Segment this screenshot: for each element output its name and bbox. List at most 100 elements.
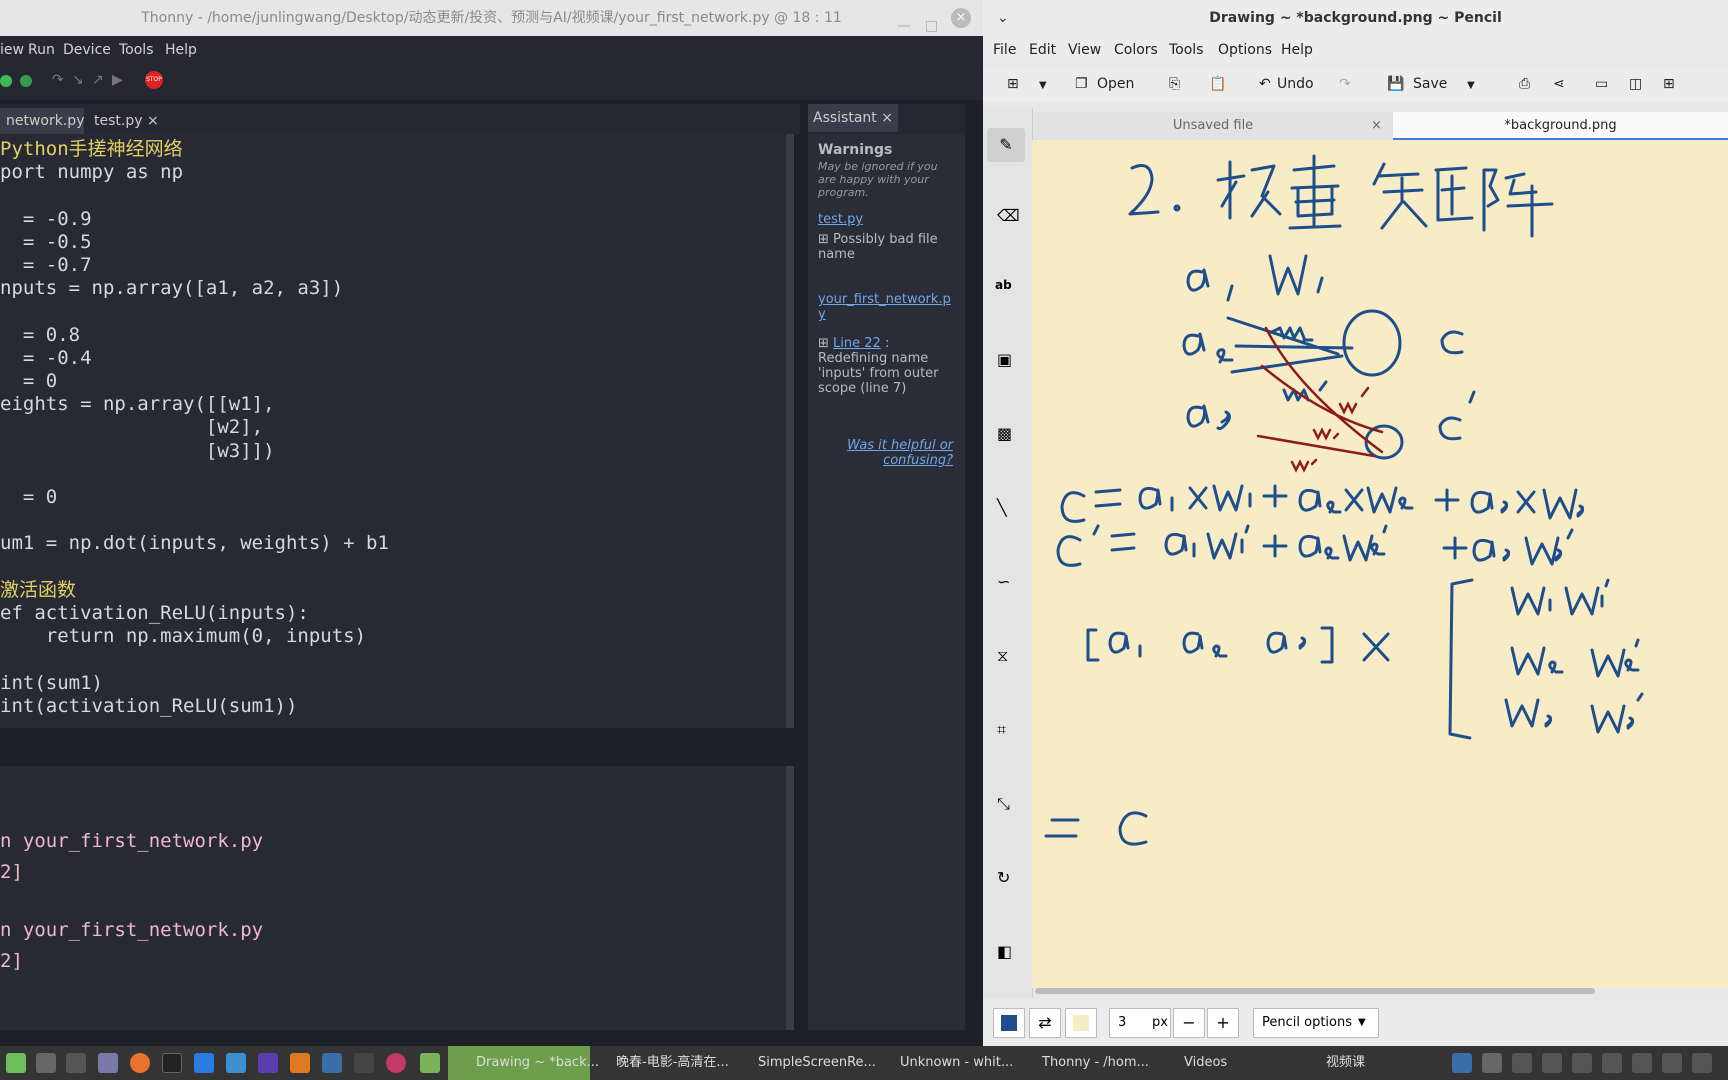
taskbar-item[interactable]: Drawing ~ *back... [448, 1046, 599, 1080]
editor-scrollbar[interactable] [786, 134, 794, 728]
fullscreen-icon[interactable]: ⊞ [1663, 76, 1675, 92]
tab-assistant[interactable]: Assistant × [808, 104, 898, 132]
color-tool-icon[interactable]: ◧ [997, 942, 1012, 961]
screenshot-icon[interactable] [322, 1053, 342, 1073]
text-editor-icon[interactable] [66, 1053, 86, 1073]
taskbar-item[interactable]: 视频课 [1306, 1046, 1365, 1080]
menu-view[interactable]: View [1068, 36, 1101, 64]
size-increase-button[interactable]: + [1207, 1008, 1239, 1038]
new-dropdown-icon[interactable]: ▼ [1039, 80, 1047, 91]
step-over-icon[interactable]: ↷ [52, 72, 64, 88]
notification-icon[interactable] [1482, 1053, 1502, 1073]
drawing-canvas[interactable] [1032, 140, 1728, 988]
bluetooth-icon[interactable] [1512, 1053, 1532, 1073]
size-decrease-button[interactable]: − [1173, 1008, 1205, 1038]
eraser-tool-icon[interactable]: ⌫ [997, 206, 1020, 225]
undo-button[interactable]: Undo [1277, 76, 1314, 92]
menu-run[interactable]: Run [28, 36, 55, 64]
step-into-icon[interactable]: ↘ [72, 72, 84, 88]
rectangle-tool-icon[interactable]: ▣ [997, 350, 1012, 369]
firefox-icon[interactable] [130, 1053, 150, 1073]
shell-scrollbar[interactable] [786, 766, 794, 1030]
panel-split-icon[interactable]: ◫ [1629, 76, 1642, 92]
menu-tools[interactable]: Tools [119, 36, 154, 64]
secondary-color-swatch[interactable] [1065, 1008, 1097, 1038]
tool-size-input[interactable]: 3 px [1109, 1008, 1171, 1038]
scale-tool-icon[interactable]: ⤡ [997, 794, 1010, 814]
battery-icon[interactable] [1662, 1053, 1682, 1073]
tab-test[interactable]: test.py × [88, 108, 165, 134]
shell-panel[interactable]: n your_first_network.py 2] n your_first_… [0, 766, 794, 1030]
filter-tool-icon[interactable]: ⧖ [997, 646, 1008, 666]
share-icon[interactable]: ⋖ [1553, 76, 1565, 92]
panel-left-icon[interactable]: ▭ [1595, 76, 1608, 92]
menu-icon[interactable] [6, 1053, 26, 1073]
step-out-icon[interactable]: ↗ [92, 72, 104, 88]
search-icon[interactable] [36, 1053, 56, 1073]
freeform-select-icon[interactable]: ▩ [997, 424, 1012, 443]
swap-colors-icon[interactable]: ⇄ [1029, 1008, 1061, 1038]
curve-tool-icon[interactable]: ∽ [997, 572, 1010, 591]
menu-colors[interactable]: Colors [1114, 36, 1158, 64]
tab-background[interactable]: *background.png [1393, 112, 1728, 140]
chevron-down-icon[interactable]: ⌄ [997, 0, 1009, 36]
menu-device[interactable]: Device [63, 36, 111, 64]
rotate-tool-icon[interactable]: ↻ [997, 868, 1010, 887]
taskbar-item[interactable]: Thonny - /hom... [1022, 1046, 1149, 1080]
menu-view[interactable]: iew [0, 36, 24, 64]
video-icon[interactable] [290, 1053, 310, 1073]
canvas-scrollbar[interactable] [1035, 988, 1595, 994]
screenshot-tray-icon[interactable] [1452, 1053, 1472, 1073]
save-dropdown-icon[interactable]: ▼ [1467, 80, 1475, 91]
terminal-icon[interactable] [162, 1053, 182, 1073]
line-tool-icon[interactable]: ╲ [997, 498, 1007, 517]
taskbar-item[interactable]: SimpleScreenRe... [738, 1046, 876, 1080]
save-button[interactable]: Save [1413, 76, 1447, 92]
media-player-icon[interactable] [258, 1053, 278, 1073]
close-icon[interactable]: × [951, 8, 971, 28]
print-icon[interactable]: ⎙ [1519, 76, 1530, 92]
text-tool-icon[interactable]: ab [995, 278, 1012, 292]
redo-icon[interactable]: ↷ [1339, 76, 1351, 92]
menu-options[interactable]: Options [1218, 36, 1272, 64]
debug-icon[interactable] [20, 75, 32, 87]
tab-close-icon[interactable]: × [147, 113, 159, 129]
network-icon[interactable] [1572, 1053, 1592, 1073]
taskbar-item[interactable]: Videos [1164, 1046, 1227, 1080]
app-icon[interactable] [194, 1053, 214, 1073]
clipboard-icon[interactable] [1542, 1053, 1562, 1073]
tab-network[interactable]: network.py × [0, 108, 84, 155]
menu-help[interactable]: Help [1281, 36, 1313, 64]
expand-icon[interactable]: ⊞ [818, 232, 829, 247]
menu-tools[interactable]: Tools [1169, 36, 1204, 64]
pencil-options-dropdown[interactable]: Pencil options ▼ [1253, 1008, 1379, 1038]
clapper-icon[interactable] [354, 1053, 374, 1073]
file-link-network[interactable]: your_first_network.py [818, 292, 953, 322]
primary-color-swatch[interactable] [993, 1008, 1025, 1038]
feedback-link[interactable]: Was it helpful or confusing? [828, 438, 953, 468]
new-image-icon[interactable]: ⊞ [1007, 76, 1019, 92]
menu-file[interactable]: File [993, 36, 1016, 64]
open-button[interactable]: Open [1097, 76, 1134, 92]
stop-icon[interactable]: STOP [145, 71, 163, 89]
save-icon[interactable]: 💾 [1387, 76, 1404, 92]
file-link-test[interactable]: test.py [818, 212, 863, 227]
volume-icon[interactable] [1692, 1053, 1712, 1073]
wifi-icon[interactable] [1602, 1053, 1622, 1073]
resume-icon[interactable]: ▶ [112, 72, 123, 88]
taskbar-item[interactable]: Unknown - whit... [880, 1046, 1013, 1080]
menu-help[interactable]: Help [165, 36, 197, 64]
line-link[interactable]: Line 22 [833, 336, 881, 351]
music-icon[interactable] [1632, 1053, 1652, 1073]
files-icon[interactable] [98, 1053, 118, 1073]
taskbar-item[interactable]: 晚春-电影-高清在... [596, 1046, 729, 1080]
run-icon[interactable] [0, 75, 12, 87]
app-icon[interactable] [386, 1053, 406, 1073]
import-icon[interactable]: ⎘ [1169, 76, 1180, 92]
pencil-tool-icon[interactable]: ✎ [987, 128, 1025, 162]
tab-close-icon[interactable]: × [881, 110, 893, 126]
expand-icon[interactable]: ⊞ [818, 336, 829, 351]
crop-tool-icon[interactable]: ⌗ [997, 720, 1006, 740]
pencil-app-icon[interactable] [226, 1053, 246, 1073]
tab-close-icon[interactable]: × [1371, 112, 1382, 140]
